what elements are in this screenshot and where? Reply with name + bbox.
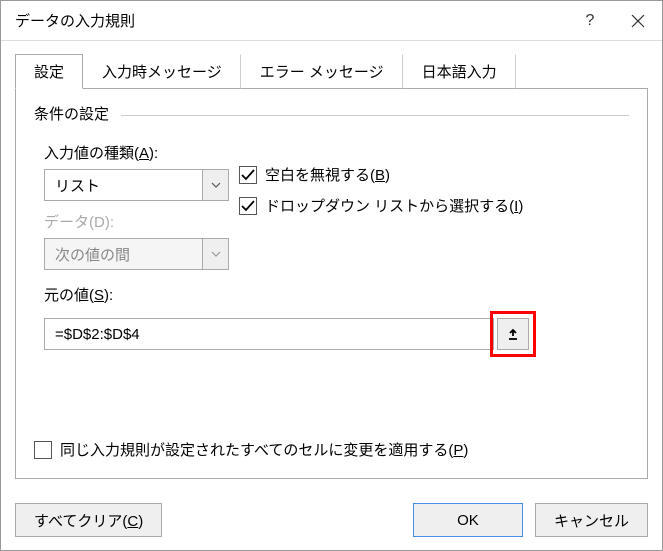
apply-all-checkbox[interactable]: 同じ入力規則が設定されたすべてのセルに変更を適用する(P)	[34, 439, 468, 460]
chevron-down-icon	[211, 182, 221, 188]
tab-error-alert[interactable]: エラー メッセージ	[241, 54, 403, 89]
criteria-legend: 条件の設定	[34, 103, 629, 124]
tab-strip: 設定 入力時メッセージ エラー メッセージ 日本語入力	[15, 53, 648, 89]
source-label: 元の値(S):	[44, 284, 629, 305]
check-icon	[241, 200, 255, 212]
checkbox-icon	[34, 441, 52, 459]
dialog-footer: すべてクリア(C) OK キャンセル	[1, 493, 662, 547]
cancel-button[interactable]: キャンセル	[535, 503, 648, 537]
allow-value: リスト	[45, 170, 202, 200]
clear-all-button[interactable]: すべてクリア(C)	[15, 503, 162, 537]
help-button[interactable]: ?	[566, 1, 614, 41]
dialog-content: 設定 入力時メッセージ エラー メッセージ 日本語入力 条件の設定 入力値の種類…	[1, 41, 662, 493]
source-input[interactable]	[44, 318, 494, 350]
titlebar: データの入力規則 ?	[1, 1, 662, 41]
allow-dropdown-button[interactable]	[202, 170, 228, 200]
apply-all-label: 同じ入力規則が設定されたすべてのセルに変更を適用する(P)	[60, 439, 468, 460]
in-cell-dropdown-label: ドロップダウン リストから選択する(I)	[265, 195, 523, 216]
chevron-down-icon	[211, 251, 221, 257]
checkbox-icon	[239, 166, 257, 184]
settings-pane: 条件の設定 入力値の種類(A): リスト データ(D):	[15, 89, 648, 479]
checkbox-icon	[239, 197, 257, 215]
ok-button[interactable]: OK	[413, 503, 523, 537]
data-combo: 次の値の間	[44, 238, 229, 270]
data-dropdown-button	[202, 239, 228, 269]
collapse-dialog-button[interactable]	[497, 318, 529, 350]
data-label: データ(D):	[44, 211, 239, 232]
dialog-title: データの入力規則	[15, 10, 566, 31]
tab-input-message[interactable]: 入力時メッセージ	[83, 54, 241, 89]
close-icon	[631, 14, 645, 28]
divider	[121, 115, 629, 116]
allow-combo[interactable]: リスト	[44, 169, 229, 201]
ignore-blank-label: 空白を無視する(B)	[265, 164, 390, 185]
tab-ime-mode[interactable]: 日本語入力	[403, 54, 516, 89]
allow-label: 入力値の種類(A):	[44, 142, 239, 163]
ignore-blank-checkbox[interactable]: 空白を無視する(B)	[239, 164, 523, 185]
tab-settings[interactable]: 設定	[15, 54, 83, 89]
close-button[interactable]	[614, 1, 662, 41]
in-cell-dropdown-checkbox[interactable]: ドロップダウン リストから選択する(I)	[239, 195, 523, 216]
highlight-box	[490, 311, 536, 357]
range-select-icon	[506, 327, 520, 341]
data-value: 次の値の間	[45, 239, 202, 269]
check-icon	[241, 169, 255, 181]
